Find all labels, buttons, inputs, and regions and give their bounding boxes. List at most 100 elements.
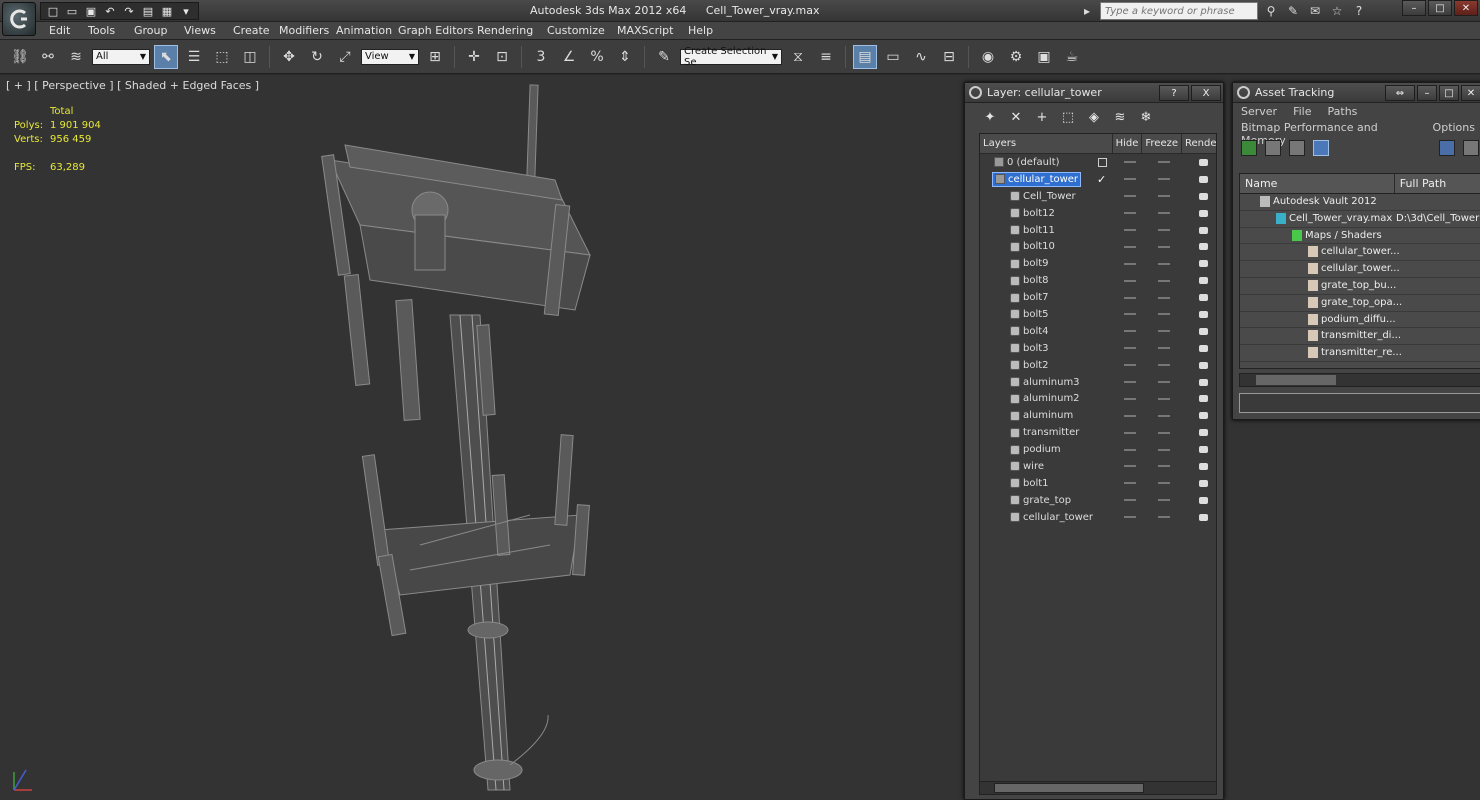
layer-row[interactable]: bolt1 [980,475,1216,492]
graphite-ribbon-icon[interactable]: ▭ [881,45,905,69]
help-icon[interactable]: ? [1350,2,1368,20]
layer-row[interactable]: aluminum [980,407,1216,424]
layer-row[interactable]: cellular_tower ✓ [980,171,1216,188]
selection-filter-dropdown[interactable]: All ▼ [92,48,150,65]
mirror-icon[interactable]: ⧖ [786,45,810,69]
asset-row[interactable]: grate_top_opa... [1240,295,1480,312]
search-input[interactable] [1100,2,1258,20]
binoculars-icon[interactable]: ⚲ [1262,2,1280,20]
render-production-icon[interactable]: ☕ [1060,45,1084,69]
freeze-toggle[interactable] [1158,414,1170,417]
asset-row[interactable]: transmitter_di... [1240,328,1480,346]
hide-toggle[interactable] [1124,499,1136,502]
menu-bitmap-performance[interactable]: Bitmap Performance and Memory [1241,121,1417,147]
layer-row[interactable]: grate_top [980,492,1216,509]
freeze-toggle[interactable] [1158,465,1170,468]
freeze-toggle[interactable] [1158,262,1170,265]
menu-modifiers[interactable]: Modifiers [279,24,329,37]
layer-row-name[interactable]: aluminum3 [1008,375,1082,390]
maximize-button[interactable]: □ [1428,0,1452,16]
freeze-toggle[interactable] [1158,161,1170,164]
layer-row[interactable]: bolt9 [980,255,1216,272]
open-file-icon[interactable]: ▭ [64,4,80,18]
menu-maxscript[interactable]: MAXScript [617,24,673,37]
bind-space-warp-icon[interactable]: ≋ [64,45,88,69]
render-toggle[interactable] [1199,429,1208,437]
layer-row[interactable]: bolt8 [980,272,1216,289]
layer-row[interactable]: bolt2 [980,357,1216,374]
render-toggle[interactable] [1199,175,1208,183]
menu-create[interactable]: Create [233,24,270,37]
layer-row-name[interactable]: bolt11 [1008,223,1057,238]
render-toggle[interactable] [1199,277,1208,285]
favorites-star-icon[interactable]: ☆ [1328,2,1346,20]
close-button[interactable]: X [1191,85,1221,101]
delete-layer-icon[interactable]: ✕ [1007,108,1025,126]
layer-row[interactable]: bolt5 [980,306,1216,323]
communication-icon[interactable]: ✉ [1306,2,1324,20]
select-rotate-icon[interactable]: ↻ [305,45,329,69]
hide-toggle[interactable] [1124,448,1136,451]
pivot-center-icon[interactable]: ⊞ [423,45,447,69]
layer-row-name[interactable]: podium [1008,442,1063,457]
menu-group[interactable]: Group [134,24,168,37]
freeze-toggle[interactable] [1158,448,1170,451]
layer-row-name[interactable]: 0 (default) [992,155,1062,170]
freeze-toggle[interactable] [1158,482,1170,485]
layer-row-name[interactable]: transmitter [1008,425,1081,440]
layer-row-name[interactable]: cellular_tower [992,171,1082,187]
project-folder-icon[interactable]: ▦ [159,4,175,18]
hide-toggle[interactable] [1124,279,1136,282]
render-toggle[interactable] [1199,192,1208,200]
snaps-toggle-icon[interactable]: 3 [529,45,553,69]
column-hide[interactable]: Hide [1113,134,1143,153]
hide-toggle[interactable] [1124,381,1136,384]
select-manipulate-icon[interactable]: ✛ [462,45,486,69]
render-toggle[interactable] [1199,462,1208,470]
link-icon[interactable]: ⛓ [8,45,32,69]
hide-toggle[interactable] [1124,330,1136,333]
select-layer-objects-icon[interactable]: ⬚ [1059,108,1077,126]
asset-status-field[interactable] [1239,393,1480,413]
render-toggle[interactable] [1199,226,1208,234]
layer-row-name[interactable]: bolt1 [1008,476,1051,491]
render-toggle[interactable] [1199,496,1208,504]
minimize-button[interactable]: – [1402,0,1426,16]
column-full-path[interactable]: Full Path [1395,174,1480,193]
column-freeze[interactable]: Freeze [1142,134,1182,153]
freeze-toggle[interactable] [1158,178,1170,181]
keyboard-shortcut-override-icon[interactable]: ⊡ [490,45,514,69]
layer-row-name[interactable]: bolt12 [1008,206,1057,221]
freeze-toggle[interactable] [1158,296,1170,299]
select-move-icon[interactable]: ✥ [277,45,301,69]
freeze-toggle[interactable] [1158,364,1170,367]
redo-icon[interactable]: ↷ [121,4,137,18]
hide-toggle[interactable] [1124,195,1136,198]
layer-row-name[interactable]: aluminum2 [1008,391,1082,406]
freeze-toggle[interactable] [1158,381,1170,384]
hide-all-layers-icon[interactable]: ≋ [1111,108,1129,126]
menu-graph-editors[interactable]: Graph Editors [398,24,474,37]
window-crossing-icon[interactable]: ◫ [238,45,262,69]
hide-toggle[interactable] [1124,414,1136,417]
menu-tools[interactable]: Tools [88,24,115,37]
layer-row[interactable]: bolt10 [980,238,1216,255]
render-toggle[interactable] [1199,209,1208,217]
layer-row[interactable]: bolt4 [980,323,1216,340]
current-layer-check-icon[interactable]: ✓ [1097,173,1106,186]
layer-row[interactable]: bolt3 [980,340,1216,357]
create-layer-icon[interactable]: ✦ [981,108,999,126]
hide-toggle[interactable] [1124,296,1136,299]
layer-row-name[interactable]: bolt3 [1008,341,1051,356]
percent-snap-icon[interactable]: % [585,45,609,69]
scrollbar-thumb[interactable] [994,783,1144,793]
close-button[interactable]: ✕ [1454,0,1478,16]
layer-row[interactable]: wire [980,458,1216,475]
asset-row[interactable]: Maps / Shaders [1240,228,1480,245]
hide-toggle[interactable] [1124,262,1136,265]
freeze-toggle[interactable] [1158,499,1170,502]
dropdown-icon[interactable]: ▾ [178,4,194,18]
render-toggle[interactable] [1199,344,1208,352]
menu-server[interactable]: Server [1241,105,1277,121]
hide-toggle[interactable] [1124,229,1136,231]
